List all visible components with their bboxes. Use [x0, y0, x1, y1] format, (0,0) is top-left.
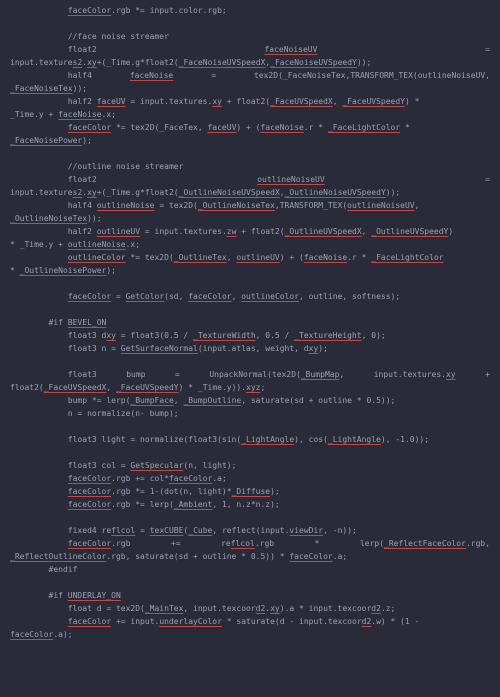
code-line[interactable]: faceColor.rgb *= 1-(dot(n, light)*_Diffu… [0, 485, 500, 498]
code-line[interactable]: faceColor.a); [0, 628, 500, 641]
code-line[interactable]: half2 faceUV = input.textures.xy + float… [0, 95, 500, 108]
code-line[interactable]: half4faceNoise=tex2D(_FaceNoiseTex,TRANS… [0, 69, 500, 82]
code-line[interactable]: float2faceNoiseUV= [0, 43, 500, 56]
code-line[interactable] [0, 355, 500, 368]
code-line[interactable]: faceColor = GetColor(sd, faceColor, outl… [0, 290, 500, 303]
code-editor[interactable]: faceColor.rgb *= input.color.rgb; //face… [0, 0, 500, 641]
code-line[interactable]: #endif [0, 563, 500, 576]
code-line[interactable]: _OutlineNoiseTex)); [0, 212, 500, 225]
code-line[interactable] [0, 147, 500, 160]
code-line[interactable]: faceColor += input.underlayColor * satur… [0, 615, 500, 628]
code-line[interactable]: float d = tex2D(_MainTex, input.texcoord… [0, 602, 500, 615]
code-line[interactable]: n = normalize(n- bump); [0, 407, 500, 420]
code-line[interactable]: _FaceNoisePower); [0, 134, 500, 147]
code-line[interactable]: float2outlineNoiseUV= [0, 173, 500, 186]
code-line[interactable]: _ReflectOutlineColor.rgb, saturate(sd + … [0, 550, 500, 563]
code-line[interactable]: bump *= lerp(_BumpFace, _BumpOutline, sa… [0, 394, 500, 407]
code-line[interactable] [0, 446, 500, 459]
code-line[interactable] [0, 303, 500, 316]
code-line[interactable] [0, 420, 500, 433]
code-line[interactable]: #if BEVEL_ON [0, 316, 500, 329]
code-line[interactable]: faceColor.rgb+=reflcol.rgb*lerp(_Reflect… [0, 537, 500, 550]
code-line[interactable] [0, 277, 500, 290]
code-line[interactable]: #if UNDERLAY_ON [0, 589, 500, 602]
code-line[interactable]: float3 dxy = float3(0.5 / _TextureWidth,… [0, 329, 500, 342]
code-line[interactable]: half4 outlineNoise = tex2D(_OutlineNoise… [0, 199, 500, 212]
code-line[interactable]: _FaceNoiseTex)); [0, 82, 500, 95]
code-line[interactable]: float3bump=UnpackNormal(tex2D(_BumpMap,i… [0, 368, 500, 381]
code-line[interactable]: fixed4 reflcol = texCUBE(_Cube, reflect(… [0, 524, 500, 537]
code-line[interactable]: float2(_FaceUVSpeedX, _FaceUVSpeedY) * _… [0, 381, 500, 394]
code-line[interactable]: faceColor.rgb += col*faceColor.a; [0, 472, 500, 485]
code-line[interactable]: * _Time.y + outlineNoise.x; [0, 238, 500, 251]
code-line[interactable]: outlineColor *= tex2D(_OutlineTex, outli… [0, 251, 500, 264]
code-line[interactable]: faceColor.rgb *= lerp(_Ambient, 1, n.z*n… [0, 498, 500, 511]
code-line[interactable]: float3 n = GetSurfaceNormal(input.atlas,… [0, 342, 500, 355]
code-line[interactable]: _Time.y + faceNoise.x; [0, 108, 500, 121]
code-line[interactable]: half2 outlineUV = input.textures.zw + fl… [0, 225, 500, 238]
code-line[interactable]: faceColor *= tex2D(_FaceTex, faceUV) + (… [0, 121, 500, 134]
code-line[interactable]: input.textures2.xy+(_Time.g*float2(_Outl… [0, 186, 500, 199]
code-line[interactable] [0, 511, 500, 524]
code-line[interactable]: faceColor.rgb *= input.color.rgb; [0, 4, 500, 17]
code-line[interactable] [0, 17, 500, 30]
code-line[interactable]: * _OutlineNoisePower); [0, 264, 500, 277]
code-line[interactable]: float3 light = normalize(float3(sin(_Lig… [0, 433, 500, 446]
code-line[interactable] [0, 576, 500, 589]
code-line[interactable]: float3 col = GetSpecular(n, light); [0, 459, 500, 472]
code-line[interactable]: //face noise streamer [0, 30, 500, 43]
code-line[interactable]: //outline noise streamer [0, 160, 500, 173]
code-line[interactable]: input.textures2.xy+(_Time.g*float2(_Face… [0, 56, 500, 69]
